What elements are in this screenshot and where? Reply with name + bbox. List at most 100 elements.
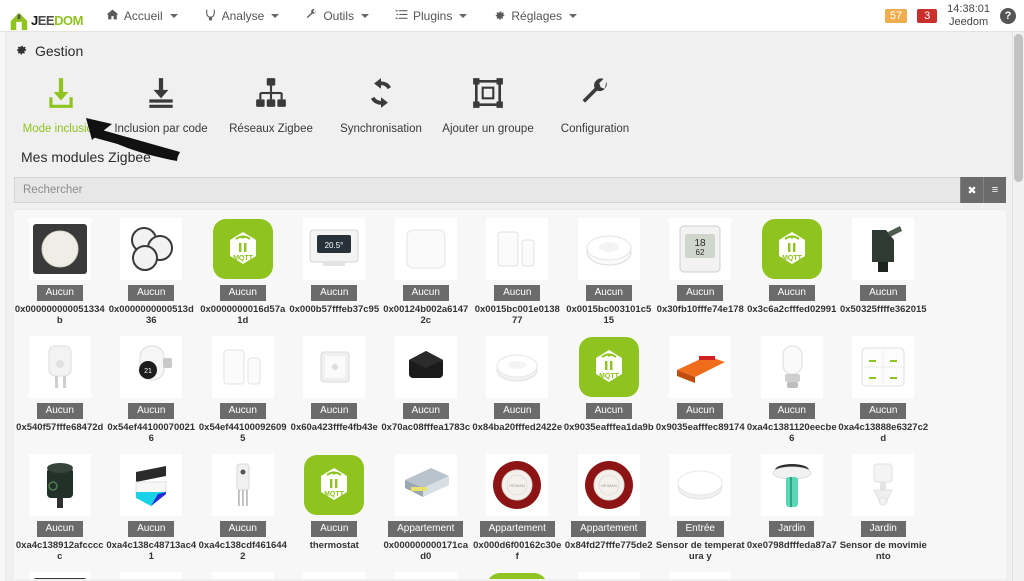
device-card[interactable]: Aucun 0x70ac08fffea1783c: [380, 332, 472, 450]
warning-count-badge[interactable]: 57: [884, 8, 908, 23]
device-name: Sensor de movimiento: [839, 540, 927, 562]
device-room-badge: Aucun: [494, 403, 541, 419]
jeedom-logo[interactable]: JEEDOM: [0, 0, 93, 32]
help-icon[interactable]: ?: [1000, 7, 1016, 24]
radiator-valve-icon: 21: [120, 336, 183, 398]
action-configuration[interactable]: Configuration: [540, 69, 650, 135]
device-card[interactable]: Jardin Sensor de movimiento: [838, 450, 930, 568]
device-card[interactable]: 18 62 Aucun 0x30fb10fffe74e178: [655, 214, 747, 332]
device-card[interactable]: MQTT Aucun 0x0000000016d57a1d: [197, 214, 289, 332]
device-card[interactable]: Aucun 0x0000000000513d36: [106, 214, 198, 332]
white-square-box-icon: [120, 572, 183, 579]
action-inclusion-par-code[interactable]: Inclusion par code: [106, 69, 216, 135]
device-card[interactable]: Aucun 0x84ba20fffed2422e: [472, 332, 564, 450]
device-card[interactable]: MQTT Aucun thermostat: [289, 450, 381, 568]
device-card[interactable]: [197, 568, 289, 579]
device-name: 0x54ef441000700216: [107, 422, 196, 444]
error-count-badge[interactable]: 3: [917, 8, 938, 23]
device-name: 0x60a423fffe4fb43e: [290, 422, 378, 433]
chevron-down-icon: [271, 13, 280, 18]
display-options-button[interactable]: ≡: [983, 177, 1006, 203]
device-card[interactable]: Aucun 0x0015bc001e013877: [472, 214, 564, 332]
switch-triple-icon: [120, 218, 183, 280]
device-card[interactable]: 20.5° Aucun 0x000b57fffeb37c95: [289, 214, 381, 332]
action-ajouter-un-groupe[interactable]: Ajouter un groupe: [436, 69, 540, 135]
device-card[interactable]: MQTT: [472, 568, 564, 579]
device-card[interactable]: HEIMAN Appartement 0x000d6f00162c30ef: [472, 450, 564, 568]
clear-search-button[interactable]: ✖: [960, 177, 983, 203]
radiator-valve-2-icon: [760, 336, 823, 398]
round-sensor-icon: [486, 336, 549, 398]
device-card[interactable]: Aucun 0x0015bc003101c515: [563, 214, 655, 332]
device-card[interactable]: [289, 568, 381, 579]
vertical-scrollbar[interactable]: [1012, 32, 1024, 581]
action-mode-inclusion[interactable]: Mode inclusion: [16, 69, 106, 135]
device-card[interactable]: [655, 568, 747, 579]
device-card[interactable]: Aucun 0x50325ffffe362015: [838, 214, 930, 332]
device-name: 0xa4c138cdf4616442: [198, 540, 287, 562]
device-card[interactable]: Aucun 0xa4c138c48713ac41: [106, 450, 198, 568]
device-name: 0x50325ffffe362015: [839, 304, 927, 315]
device-card[interactable]: Aucun 0xa4c138cdf4616442: [197, 450, 289, 568]
device-name: 0x0015bc003101c515: [566, 304, 652, 326]
device-card[interactable]: Aucun 0xa4c138912afccccc: [14, 450, 106, 568]
device-card[interactable]: Jardin 0xe0798dfffeda87a7: [746, 450, 838, 568]
device-card[interactable]: Aucun 0x00124b002a61472c: [380, 214, 472, 332]
wrench-icon: [305, 8, 318, 24]
section-label: Mes modules Zigbee: [21, 149, 151, 165]
mqtt-logo-icon: MQTT: [761, 218, 823, 280]
device-name: 0x3c6a2cfffed02991: [747, 304, 837, 315]
device-card[interactable]: 21 Aucun 0x54ef441000700216: [106, 332, 198, 450]
action-reseaux-zigbee[interactable]: Réseaux Zigbee: [216, 69, 326, 135]
mqtt-logo-icon: MQTT: [578, 336, 640, 398]
device-card[interactable]: Entrée Sensor de temperatura y: [655, 450, 747, 568]
pulse-icon: [204, 8, 217, 24]
nav-item-reglages[interactable]: Réglages: [480, 0, 590, 32]
device-name: thermostat: [309, 540, 359, 551]
device-card[interactable]: HEIMAN Appartement 0x84fd27fffe775de2: [563, 450, 655, 568]
nav-label-plugins: Plugins: [413, 8, 453, 23]
device-card[interactable]: Aucun 0x9035eafffec89174: [655, 332, 747, 450]
mqtt-logo-icon: MQTT: [486, 572, 548, 579]
lcd-thermo-hygro-icon: 18 62: [669, 218, 732, 280]
device-card[interactable]: [380, 568, 472, 579]
device-room-badge: Aucun: [219, 521, 266, 537]
action-synchronisation[interactable]: Synchronisation: [326, 69, 436, 135]
modules-section-title: Mes modules Zigbee: [6, 135, 1012, 183]
nav-item-analyse[interactable]: Analyse: [191, 0, 293, 32]
device-card[interactable]: Aucun 0x000000000051334b: [14, 214, 106, 332]
device-card[interactable]: MQTT Aucun 0x9035eafffea1da9b: [563, 332, 655, 450]
device-card[interactable]: Aucun 0x60a423fffe4fb43e: [289, 332, 381, 450]
device-card[interactable]: Aucun 0xa4c13888e6327c2d: [838, 332, 930, 450]
device-name: 0x30fb10fffe74e178: [656, 304, 744, 315]
device-room-badge: Aucun: [494, 285, 541, 301]
scrollbar-thumb[interactable]: [1014, 34, 1023, 182]
gear-icon: [14, 42, 28, 59]
action-label: Mode inclusion: [22, 123, 100, 135]
device-card[interactable]: Aucun 0x540f57fffe68472d: [14, 332, 106, 450]
svg-text:62: 62: [696, 248, 705, 257]
nav-item-plugins[interactable]: Plugins: [382, 0, 480, 32]
device-room-badge: Aucun: [677, 285, 724, 301]
device-room-badge: Aucun: [768, 285, 815, 301]
nav-item-accueil[interactable]: Accueil: [93, 0, 191, 32]
search-input[interactable]: [15, 178, 960, 202]
nav-item-outils[interactable]: Outils: [292, 0, 382, 32]
device-name: 0x000d6f00162c30ef: [473, 540, 562, 562]
chevron-down-icon: [459, 13, 468, 18]
device-room-badge: Aucun: [219, 403, 266, 419]
device-card[interactable]: Appartement 0x000000000171cad0: [380, 450, 472, 568]
device-card[interactable]: Aucun 0xa4c1381120eecbe6: [746, 332, 838, 450]
device-name: 0x000000000171cad0: [383, 540, 469, 562]
device-card[interactable]: [563, 568, 655, 579]
device-card[interactable]: [14, 568, 106, 579]
action-label: Ajouter un groupe: [442, 123, 534, 135]
wall-panel-4-icon: [211, 572, 274, 579]
device-card[interactable]: [106, 568, 198, 579]
device-room-badge: Appartement: [388, 521, 464, 537]
chevron-down-icon: [569, 13, 578, 18]
device-card[interactable]: Aucun 0x54ef441000926095: [197, 332, 289, 450]
white-square-box-icon: [669, 572, 732, 579]
logo-text-dom: DOM: [54, 12, 83, 28]
device-card[interactable]: MQTT Aucun 0x3c6a2cfffed02991: [746, 214, 838, 332]
